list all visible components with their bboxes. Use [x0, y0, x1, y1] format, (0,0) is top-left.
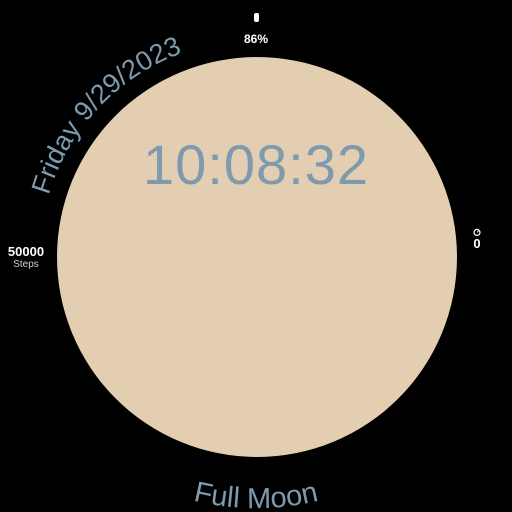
steps-value: 50000: [7, 244, 45, 259]
timer-icon: [473, 228, 481, 236]
battery-percent: 86%: [243, 32, 269, 46]
steps-label: Steps: [13, 259, 39, 270]
steps-complication[interactable]: 50000 Steps: [2, 244, 50, 271]
watch-face: Friday 9/29/2023 Full Moon 86% 10:08:32 …: [0, 0, 512, 512]
battery-icon: [253, 13, 259, 22]
battery-complication[interactable]: 86%: [0, 9, 512, 46]
moon-phase-label: Full Moon: [191, 476, 320, 512]
right-complication-value: 0: [473, 236, 481, 251]
moon-phase-arc-text: Full Moon: [191, 476, 320, 512]
moon-disc: [57, 57, 457, 457]
digital-time: 10:08:32: [143, 133, 369, 196]
right-complication[interactable]: 0: [466, 228, 488, 252]
